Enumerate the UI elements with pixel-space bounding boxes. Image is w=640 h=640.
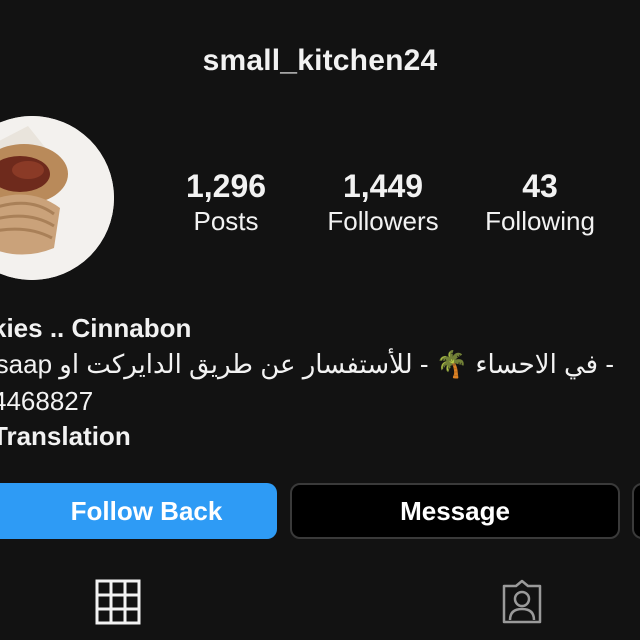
posts-count: 1,296: [185, 168, 267, 204]
following-label: Following: [485, 206, 595, 236]
stat-followers[interactable]: 1,449 Followers: [303, 168, 463, 238]
followers-count: 1,449: [342, 168, 424, 204]
bio-name: kies .. Cinnabon: [0, 313, 192, 343]
see-translation-link[interactable]: Translation: [0, 421, 131, 452]
bio-description: - في الاحساء 🌴 - للأستفسار عن طريق الداي…: [0, 349, 614, 379]
suggested-users-button[interactable]: [632, 483, 640, 539]
profile-username: small_kitchen24: [202, 44, 438, 77]
food-photo-avatar: [0, 116, 114, 280]
message-button[interactable]: Message: [290, 483, 620, 539]
profile-avatar[interactable]: [0, 116, 114, 280]
followers-label: Followers: [327, 206, 439, 236]
grid-icon: [95, 579, 141, 625]
tagged-person-icon: [502, 579, 542, 624]
stat-posts[interactable]: 1,296 Posts: [146, 168, 306, 238]
profile-screen: small_kitchen24 1,296 Posts 1,449 Follow…: [0, 0, 640, 640]
tab-tagged[interactable]: [498, 578, 546, 626]
follow-back-button[interactable]: Follow Back: [0, 483, 277, 539]
posts-label: Posts: [193, 206, 259, 236]
bio-phone: 4468827: [0, 386, 94, 416]
stat-following[interactable]: 43 Following: [460, 168, 620, 238]
tab-posts-grid[interactable]: [94, 578, 142, 626]
following-count: 43: [522, 168, 558, 204]
